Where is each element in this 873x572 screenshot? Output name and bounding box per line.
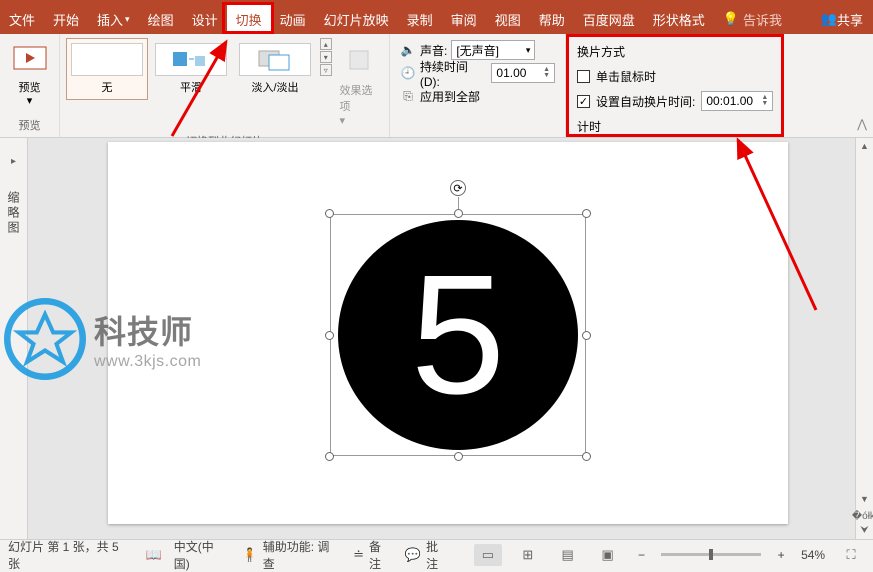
- tab-home[interactable]: 开始: [44, 4, 88, 34]
- zoom-out[interactable]: −: [634, 548, 650, 562]
- advance-title: 换片方式: [577, 41, 773, 61]
- expand-thumbs[interactable]: ▸: [11, 156, 16, 167]
- status-bar: 幻灯片 第 1 张，共 5 张 📖 中文(中国) 🧍辅助功能: 调查 ≐备注 💬…: [0, 539, 873, 569]
- tab-baidu[interactable]: 百度网盘: [574, 4, 644, 34]
- transition-fade[interactable]: 淡入/淡出: [234, 38, 316, 100]
- tab-help[interactable]: 帮助: [530, 4, 574, 34]
- transition-morph[interactable]: 平滑: [150, 38, 232, 100]
- reading-view[interactable]: ▤: [554, 544, 582, 566]
- language[interactable]: 中文(中国): [174, 538, 230, 572]
- speaker-icon: 🔈: [400, 43, 416, 57]
- zoom-slider[interactable]: [661, 553, 761, 556]
- thumbnail-panel: ▸ 缩略图: [0, 138, 28, 539]
- transition-none[interactable]: 无: [66, 38, 148, 100]
- shape-selection[interactable]: 5 ⟳: [330, 214, 586, 456]
- ribbon-tabs: 文件 开始 插入▾ 绘图 设计 切换 动画 幻灯片放映 录制 审阅 视图 帮助 …: [0, 4, 873, 34]
- resize-s[interactable]: [454, 452, 463, 461]
- prev-slide[interactable]: �ółki: [856, 509, 873, 523]
- resize-sw[interactable]: [325, 452, 334, 461]
- gallery-expand[interactable]: ▴▾▿: [318, 38, 334, 76]
- next-slide[interactable]: ⮟: [856, 523, 873, 537]
- accessibility[interactable]: 🧍辅助功能: 调查: [242, 538, 342, 572]
- on-click-checkbox[interactable]: [577, 70, 590, 83]
- scroll-up[interactable]: ▲: [856, 138, 873, 154]
- fit-window[interactable]: ⛶: [837, 544, 865, 566]
- book-icon: 📖: [146, 547, 162, 563]
- normal-view[interactable]: ▭: [474, 544, 502, 566]
- scroll-down[interactable]: ▼: [856, 491, 873, 507]
- bulb-icon: 💡: [723, 11, 739, 27]
- person-icon: 🧍: [242, 547, 258, 563]
- spellcheck[interactable]: 📖: [146, 547, 162, 563]
- duration-label: 持续时间(D):: [420, 58, 488, 89]
- ribbon: 预览▾ 预览 无 平滑 淡入/淡出 ▴▾▿ 效果选项▾: [0, 34, 873, 138]
- zoom-in[interactable]: +: [773, 548, 789, 562]
- slideshow-view[interactable]: ▣: [594, 544, 622, 566]
- tab-draw[interactable]: 绘图: [139, 4, 183, 34]
- tab-review[interactable]: 审阅: [442, 4, 486, 34]
- advance-slide-group: 换片方式 单击鼠标时 ✓ 设置自动换片时间: 00:01.00▲▼ 计时: [566, 34, 784, 137]
- zoom-level[interactable]: 54%: [801, 548, 825, 562]
- tab-slideshow[interactable]: 幻灯片放映: [315, 4, 398, 34]
- apply-all-button[interactable]: ⎘ 应用到全部: [400, 86, 555, 106]
- resize-se[interactable]: [582, 452, 591, 461]
- collapse-ribbon[interactable]: ⋀: [857, 117, 867, 131]
- apply-all-icon: ⎘: [400, 89, 416, 104]
- share-button[interactable]: 👥 共享: [811, 10, 873, 29]
- slide-counter[interactable]: 幻灯片 第 1 张，共 5 张: [8, 538, 134, 572]
- resize-e[interactable]: [582, 331, 591, 340]
- auto-after-checkbox[interactable]: ✓: [577, 95, 590, 108]
- tab-record[interactable]: 录制: [398, 4, 442, 34]
- tab-shape-format[interactable]: 形状格式: [644, 4, 714, 34]
- sorter-view[interactable]: ⊞: [514, 544, 542, 566]
- group-timing: 计时: [577, 116, 773, 136]
- clock-icon: 🕘: [400, 66, 416, 80]
- tab-animations[interactable]: 动画: [271, 4, 315, 34]
- preview-button[interactable]: 预览▾: [6, 38, 53, 112]
- group-preview: 预览: [6, 115, 53, 135]
- duration-spinner[interactable]: 01.00▲▼: [491, 63, 555, 83]
- vertical-scrollbar[interactable]: ▲ ▼ �ółki ⮟: [855, 138, 873, 539]
- preview-icon: [9, 42, 51, 78]
- notes-button[interactable]: ≐备注: [353, 538, 393, 572]
- resize-nw[interactable]: [325, 209, 334, 218]
- resize-w[interactable]: [325, 331, 334, 340]
- tab-file[interactable]: 文件: [0, 4, 44, 34]
- tab-tellme[interactable]: 💡告诉我: [714, 4, 791, 34]
- on-click-label: 单击鼠标时: [596, 68, 656, 85]
- auto-after-label: 设置自动换片时间:: [596, 93, 695, 110]
- comment-icon: 💬: [405, 547, 421, 563]
- rotate-handle[interactable]: ⟳: [450, 180, 466, 196]
- auto-after-spinner[interactable]: 00:01.00▲▼: [701, 91, 773, 111]
- comments-button[interactable]: 💬批注: [405, 538, 450, 572]
- effect-icon: [341, 42, 377, 78]
- resize-ne[interactable]: [582, 209, 591, 218]
- thumb-label: 缩略图: [5, 191, 22, 236]
- tab-transitions[interactable]: 切换: [227, 4, 271, 34]
- tab-design[interactable]: 设计: [183, 4, 227, 34]
- sound-label: 声音:: [420, 42, 447, 59]
- tab-view[interactable]: 视图: [486, 4, 530, 34]
- resize-n[interactable]: [454, 209, 463, 218]
- notes-icon: ≐: [353, 547, 364, 563]
- tab-insert[interactable]: 插入▾: [88, 4, 139, 34]
- effect-options: 效果选项▾: [336, 38, 383, 131]
- share-icon: 👥: [821, 11, 837, 27]
